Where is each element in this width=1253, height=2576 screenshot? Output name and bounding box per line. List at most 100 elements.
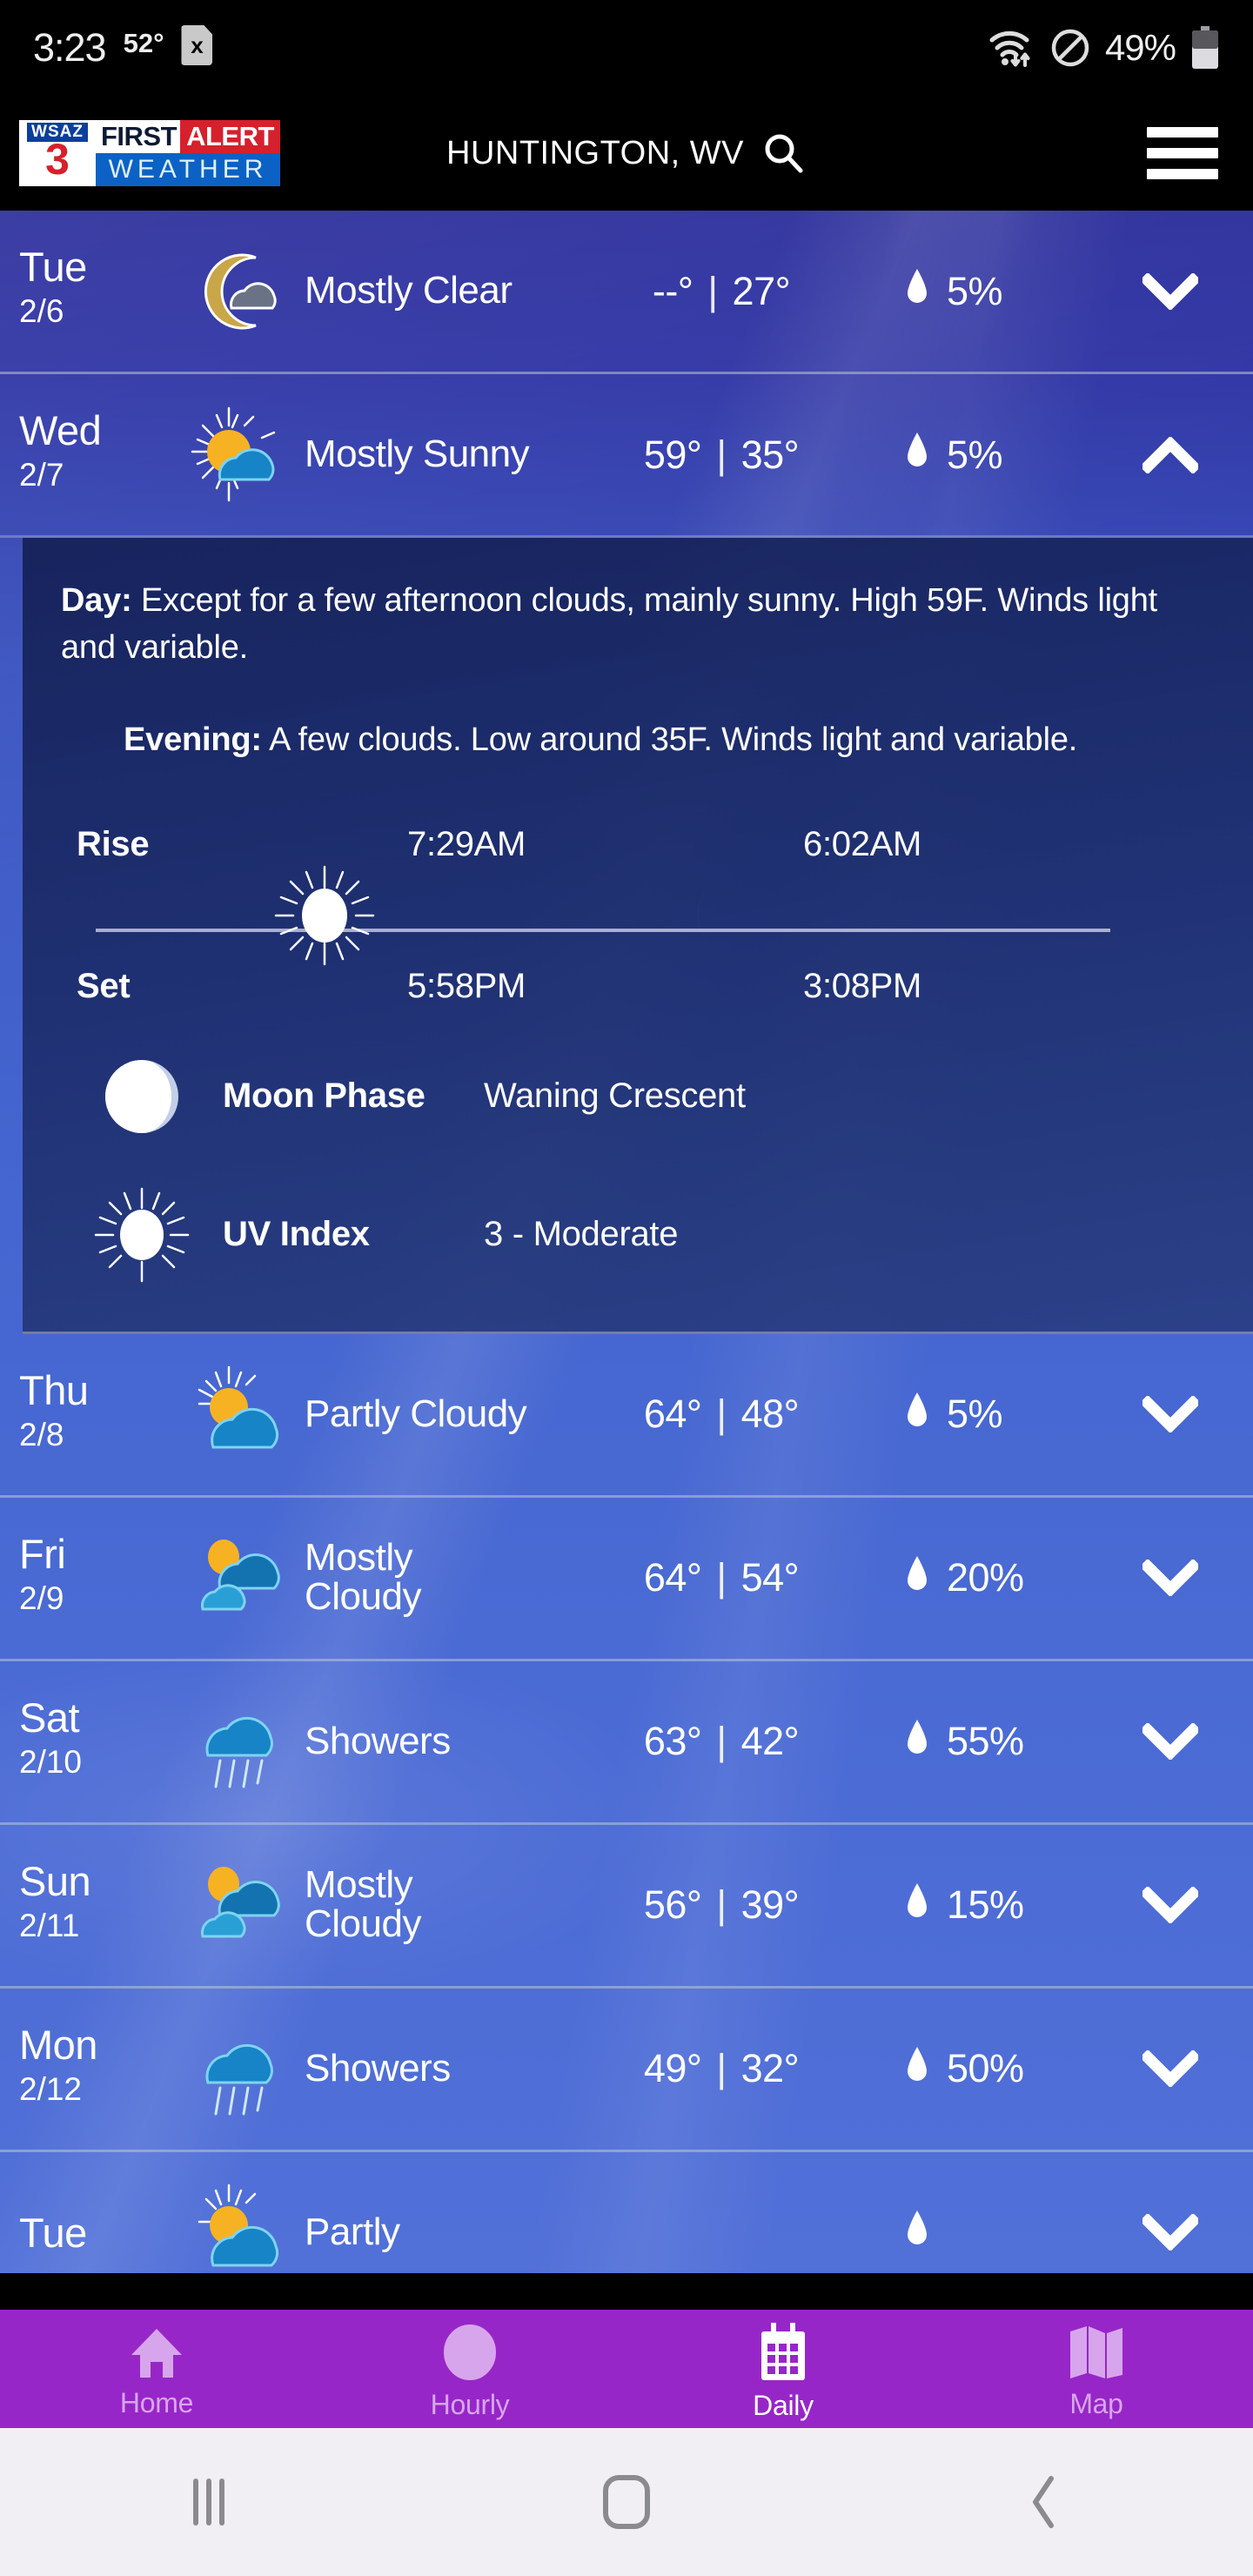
date-label: 2/10 bbox=[19, 1744, 83, 1781]
forecast-day-col: Tue 2/6 bbox=[19, 246, 174, 336]
nav-label-map: Map bbox=[1069, 2388, 1123, 2419]
rise-set-table: Rise 7:29AM 6:02AM Set 5:58PM 3:08PM bbox=[61, 825, 1215, 1006]
low-temp-label: 42° bbox=[740, 1719, 800, 1764]
forecast-day-col: Sat 2/10 bbox=[19, 1697, 174, 1787]
chevron-up-icon[interactable] bbox=[1122, 436, 1218, 473]
rise-set-grid: Rise 7:29AM 6:02AM Set 5:58PM 3:08PM bbox=[77, 825, 1215, 1006]
temperature-range: 63° | 42° bbox=[538, 1719, 905, 1764]
condition-label: Mostly Cloudy bbox=[305, 1863, 421, 1946]
temp-separator: | bbox=[716, 2046, 727, 2091]
recents-icon[interactable] bbox=[0, 2479, 418, 2526]
water-drop-icon bbox=[905, 267, 929, 315]
temp-separator: | bbox=[716, 432, 727, 477]
temperature-range: 49° | 32° bbox=[538, 2046, 905, 2091]
set-row-label-cell: Set bbox=[77, 916, 242, 1006]
chevron-down-icon[interactable] bbox=[1122, 1723, 1218, 1761]
precipitation-group: 20% bbox=[905, 1554, 1122, 1602]
day-of-week-label: Fri bbox=[19, 1531, 66, 1578]
nav-item-daily[interactable]: Daily bbox=[626, 2310, 940, 2428]
forecast-row-tue-next-week[interactable]: Tue Partly bbox=[0, 2152, 1253, 2273]
weather-app-screen: 3:23 52° x 49% WSAZ 3 FIRST ALERT WEATHE… bbox=[0, 0, 1253, 2576]
temperature-range: 59° | 35° bbox=[538, 433, 905, 478]
hamburger-menu-icon[interactable] bbox=[1147, 127, 1218, 179]
do-not-disturb-icon bbox=[1050, 28, 1090, 68]
forecast-day-col: Thu 2/8 bbox=[19, 1370, 174, 1459]
first-label: FIRST bbox=[96, 120, 181, 153]
status-bar-right: 49% bbox=[987, 26, 1220, 70]
chevron-down-icon[interactable] bbox=[1122, 1887, 1218, 1924]
sun-rise-time: 7:29AM bbox=[407, 824, 526, 863]
high-temp-label: 56° bbox=[643, 1882, 702, 1928]
forecast-row-thu[interactable]: Thu 2/8 Partly Cloudy 64° | 48° 5% bbox=[0, 1334, 1253, 1498]
chevron-down-icon[interactable] bbox=[1122, 1396, 1218, 1433]
forecast-row-tue[interactable]: Tue 2/6 Mostly Clear --° | 27° 5% bbox=[0, 211, 1253, 374]
forecast-row-wed[interactable]: Wed 2/7 Mostly Sunny 59° | 35° 5% bbox=[0, 374, 1253, 538]
nav-item-home[interactable]: Home bbox=[0, 2310, 313, 2428]
nav-item-map[interactable]: Map bbox=[940, 2310, 1253, 2428]
sun-set-cell: 5:58PM bbox=[407, 916, 642, 1006]
map-icon bbox=[1067, 2324, 1126, 2385]
app-header: WSAZ 3 FIRST ALERT WEATHER HUNTINGTON, W… bbox=[0, 96, 1253, 211]
precipitation-group: 55% bbox=[905, 1718, 1122, 1766]
precip-percent-label: 20% bbox=[947, 1555, 1024, 1600]
day-description: Except for a few afternoon clouds, mainl… bbox=[61, 582, 1158, 666]
evening-forecast-text: Evening: A few clouds. Low around 35F. W… bbox=[61, 717, 1215, 764]
precipitation-group: 15% bbox=[905, 1882, 1122, 1929]
first-alert-weather-wordmark: FIRST ALERT WEATHER bbox=[96, 120, 280, 186]
forecast-row-mon[interactable]: Mon 2/12 Showers 49° | 32° 50% bbox=[0, 1989, 1253, 2152]
forecast-row-fri[interactable]: Fri 2/9 Mostly Cloudy 64° | 54° 20% bbox=[0, 1498, 1253, 1661]
high-temp-label: 59° bbox=[643, 432, 702, 477]
forecast-row-sun[interactable]: Sun 2/11 Mostly Cloudy 56° | 39° 15% bbox=[0, 1825, 1253, 1989]
sun-clouds-icon bbox=[174, 1526, 305, 1630]
sun-cloud-icon bbox=[174, 1362, 305, 1466]
back-chevron-icon[interactable] bbox=[835, 2475, 1253, 2529]
precip-percent-label: 5% bbox=[947, 268, 1003, 313]
wifi-updown-icon bbox=[987, 28, 1035, 68]
chevron-down-icon[interactable] bbox=[1122, 2214, 1218, 2251]
status-clock: 3:23 bbox=[33, 25, 107, 70]
daily-forecast-list[interactable]: Tue 2/6 Mostly Clear --° | 27° 5% Wed 2/… bbox=[0, 211, 1253, 2273]
search-icon[interactable] bbox=[761, 131, 807, 176]
water-drop-icon bbox=[905, 1882, 929, 1929]
temperature-range: 64° | 48° bbox=[538, 1392, 905, 1437]
temp-separator: | bbox=[716, 1882, 727, 1928]
high-temp-label: 63° bbox=[643, 1719, 702, 1764]
date-label: 2/9 bbox=[19, 1580, 64, 1617]
date-label: 2/11 bbox=[19, 1908, 80, 1944]
nav-label-home: Home bbox=[119, 2387, 194, 2418]
condition-label: Showers bbox=[305, 2046, 451, 2090]
forecast-day-col: Fri 2/9 bbox=[19, 1533, 174, 1623]
nav-item-hourly[interactable]: Hourly bbox=[313, 2310, 626, 2428]
sun-cloud-icon bbox=[174, 403, 305, 507]
condition-label: Partly Cloudy bbox=[305, 1392, 527, 1435]
home-circle-icon[interactable] bbox=[418, 2475, 835, 2529]
chevron-down-icon[interactable] bbox=[1122, 272, 1218, 310]
uv-index-label: UV Index bbox=[223, 1215, 370, 1254]
chevron-down-icon[interactable] bbox=[1122, 2050, 1218, 2088]
temperature-range: 56° | 39° bbox=[538, 1882, 905, 1928]
forecast-row-sat[interactable]: Sat 2/10 Showers 63° | 42° 55% bbox=[0, 1661, 1253, 1825]
temp-separator: | bbox=[716, 1555, 727, 1600]
battery-percent-label: 49% bbox=[1104, 27, 1176, 68]
precipitation-group: 5% bbox=[905, 431, 1122, 479]
low-temp-label: 39° bbox=[740, 1882, 800, 1928]
forecast-day-col: Wed 2/7 bbox=[19, 410, 174, 500]
evening-label: Evening: bbox=[124, 721, 262, 758]
first-alert-row: FIRST ALERT bbox=[96, 120, 280, 153]
day-of-week-label: Sat bbox=[19, 1694, 80, 1741]
high-temp-label: 49° bbox=[643, 2046, 702, 2091]
chevron-down-icon[interactable] bbox=[1122, 1560, 1218, 1597]
water-drop-icon bbox=[905, 2045, 929, 2093]
sim-card-x-icon: x bbox=[181, 25, 213, 65]
sun-set-time: 5:58PM bbox=[407, 966, 526, 1005]
location-label[interactable]: HUNTINGTON, WV bbox=[446, 135, 744, 172]
moon-phase-value: Waning Crescent bbox=[484, 1077, 746, 1116]
water-drop-icon bbox=[905, 1718, 929, 1766]
moon-phase-label: Moon Phase bbox=[223, 1077, 425, 1116]
sun-cloud-icon bbox=[174, 2180, 305, 2273]
temp-separator: | bbox=[716, 1719, 727, 1764]
uv-index-row: UV Index 3 - Moderate bbox=[61, 1187, 1215, 1283]
battery-half-icon bbox=[1190, 26, 1220, 70]
sun-rise-cell: 7:29AM bbox=[407, 825, 642, 916]
low-temp-label: 54° bbox=[740, 1555, 800, 1600]
